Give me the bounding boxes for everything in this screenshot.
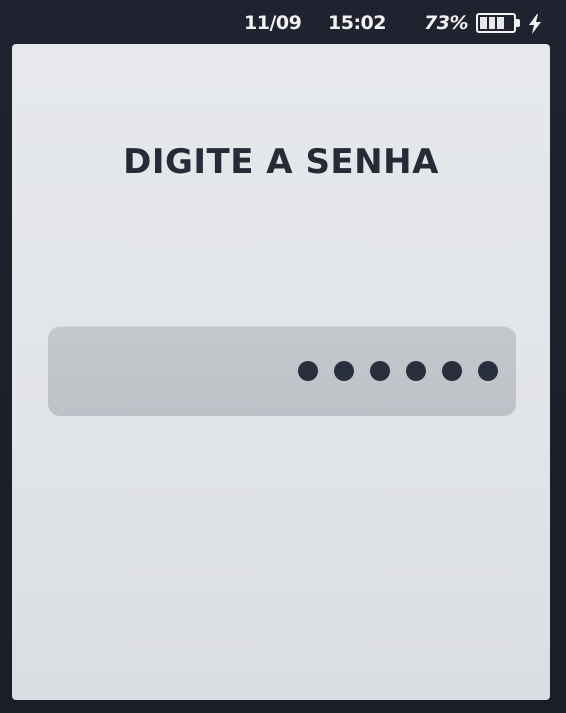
- screen: DIGITE A SENHA: [12, 44, 550, 700]
- lightning-bolt-icon: [529, 14, 541, 34]
- status-time: 15:02: [328, 12, 386, 34]
- password-dots: [298, 326, 498, 416]
- battery-icon: [476, 13, 516, 33]
- battery-percent: 73%: [424, 12, 468, 34]
- password-dot: [478, 361, 498, 381]
- password-dot: [334, 361, 354, 381]
- password-dot: [442, 361, 462, 381]
- password-dot: [370, 361, 390, 381]
- page-title: DIGITE A SENHA: [123, 142, 439, 182]
- battery-tip: [516, 19, 520, 27]
- status-bar: 11/09 15:02 73%: [0, 0, 566, 44]
- password-field[interactable]: [48, 326, 516, 416]
- password-dot: [406, 361, 426, 381]
- device-frame: 11/09 15:02 73% DIGITE A SENHA: [0, 0, 566, 713]
- password-dot: [298, 361, 318, 381]
- status-date: 11/09: [244, 12, 302, 34]
